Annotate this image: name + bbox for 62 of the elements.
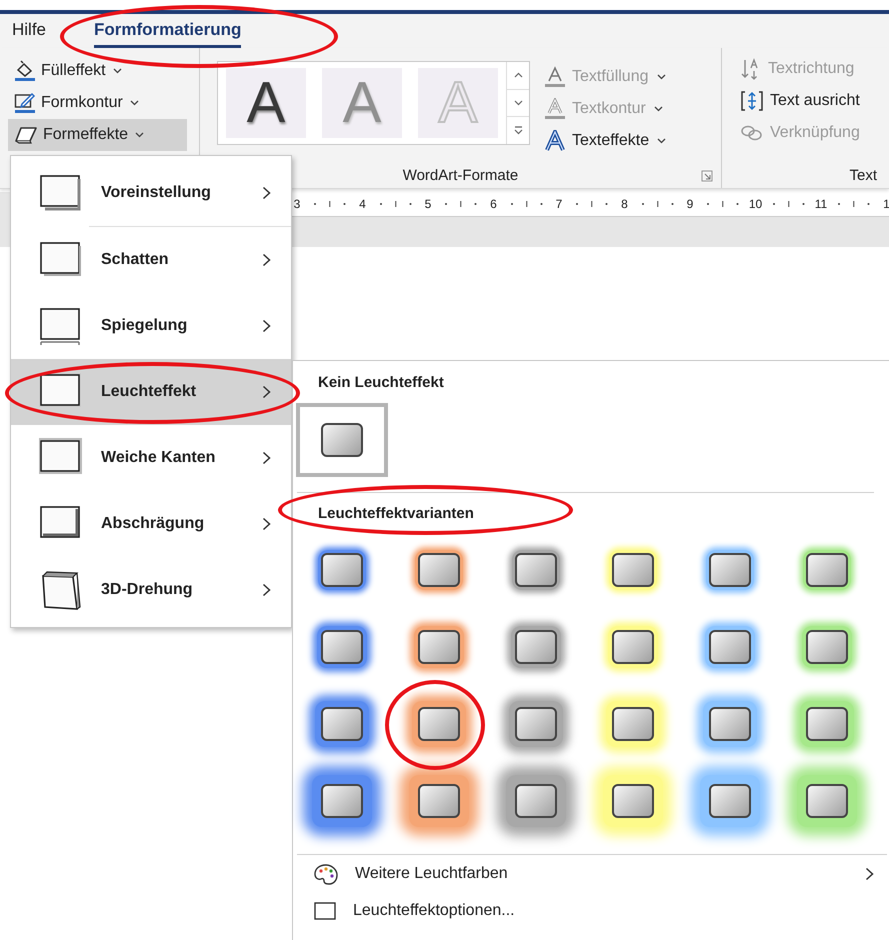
chevron-down-icon [112,68,122,74]
pencil-square-icon [14,92,36,114]
ruler-number: 10 [748,197,764,211]
rounded-square-icon [321,423,363,457]
palette-icon [313,862,339,884]
menu-item[interactable]: Leuchteffekt [11,359,291,425]
expand-icon [514,126,522,136]
dialog-launcher-icon[interactable] [701,170,713,182]
chevron-down-icon [514,100,522,106]
section-heading: Kein Leuchteffekt [318,374,444,391]
chevron-right-icon [262,385,271,399]
menu-item[interactable]: Leuchteffektoptionen... [293,892,889,929]
paint-bucket-icon [14,60,36,82]
chevron-down-icon [130,100,139,106]
ruler-number: 7 [554,197,564,211]
group-label: WordArt-Formate [402,166,518,184]
chevron-down-icon [657,138,666,144]
no-glow-option[interactable] [296,403,388,477]
chevron-down-icon [135,132,144,138]
shape-effects-icon [14,126,38,144]
chevron-up-icon [514,72,522,78]
ribbon-button[interactable]: Formkontur [8,87,145,119]
menu-item[interactable]: Schatten [11,227,291,293]
ruler-number: 11 [814,197,828,211]
ribbon-button[interactable]: Formeffekte [8,119,187,151]
chevron-right-icon [262,517,271,531]
text-fill-icon [544,66,566,88]
ribbon-button[interactable]: Text ausricht [736,85,889,117]
shadow-square-icon [39,173,83,213]
text-effects-icon [544,130,566,152]
chevron-right-icon [865,866,874,880]
square-icon [313,900,337,920]
chevron-down-icon [656,74,666,80]
reflection-square-icon [39,306,83,346]
text-outline-icon [544,98,566,120]
chevron-right-icon [262,186,271,200]
wordart-style[interactable]: A [226,68,306,138]
ribbon-tab[interactable]: Hilfe [12,14,46,48]
ruler-number: 9 [686,197,694,211]
chevron-right-icon [262,319,271,333]
ruler-number: 6 [489,197,498,211]
chain-link-icon [740,124,764,142]
group-label: Text [849,166,877,184]
menu-item[interactable]: Abschrägung [11,491,291,557]
ribbon-button[interactable]: Texteffekte [540,125,670,157]
menu-item[interactable]: Weiche Kanten [11,425,291,491]
chevron-right-icon [262,451,271,465]
ruler-number: 4 [358,197,367,211]
section-heading: Leuchteffektvarianten [318,505,474,522]
menu-item[interactable]: 3D-Drehung [11,557,291,623]
ruler-number: 8 [620,197,629,211]
chevron-right-icon [262,583,271,597]
menu-item[interactable]: Spiegelung [11,293,291,359]
ruler-number: 3 [292,197,302,211]
chevron-right-icon [262,253,271,267]
ruler-number: 1 [882,197,889,211]
text-align-icon [740,90,764,112]
ribbon-button[interactable]: Fülleffekt [8,55,128,87]
menu-item[interactable]: Weitere Leuchtfarben [293,855,889,892]
chevron-down-icon [654,106,663,112]
ruler-number: 5 [424,197,432,211]
menu-item[interactable]: Voreinstellung [11,160,291,226]
